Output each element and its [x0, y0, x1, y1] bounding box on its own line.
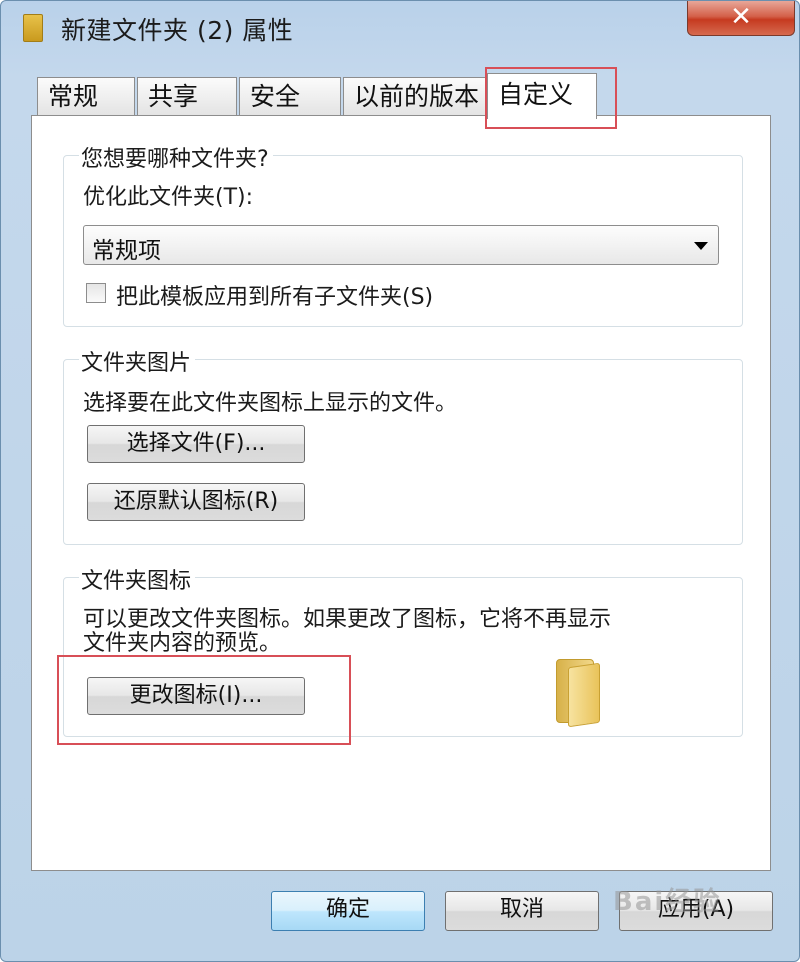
- folder-icon-front: [568, 662, 600, 728]
- close-button[interactable]: ✕: [687, 1, 795, 36]
- ok-button[interactable]: 确定: [271, 891, 425, 931]
- folder-type-selected-value: 常规项: [92, 238, 161, 264]
- title-bar[interactable]: 新建文件夹 (2) 属性 ✕: [1, 1, 799, 61]
- folder-icons-description-line2: 文件夹内容的预览。: [83, 631, 282, 656]
- tab-sharing[interactable]: 共享: [137, 77, 237, 115]
- cancel-button[interactable]: 取消: [445, 891, 599, 931]
- apply-subfolders-checkbox[interactable]: [86, 283, 106, 303]
- folder-icons-group-title: 文件夹图标: [79, 563, 196, 595]
- folder-type-group-title: 您想要哪种文件夹?: [79, 141, 273, 173]
- apply-subfolders-label[interactable]: 把此模板应用到所有子文件夹(S): [116, 279, 433, 311]
- properties-dialog: 新建文件夹 (2) 属性 ✕ 常规 共享 安全 以前的版本 自定义 您想要哪种文…: [0, 0, 800, 962]
- restore-default-icon-button[interactable]: 还原默认图标(R): [87, 483, 305, 521]
- folder-title-icon: [23, 14, 43, 42]
- folder-type-dropdown[interactable]: 常规项: [83, 225, 719, 265]
- folder-pictures-group-title: 文件夹图片: [79, 345, 196, 377]
- window-title: 新建文件夹 (2) 属性: [61, 16, 294, 45]
- tab-security[interactable]: 安全: [239, 77, 341, 115]
- chevron-down-icon: [694, 242, 708, 250]
- folder-icon: [556, 659, 600, 728]
- watermark: Bai经验: [613, 887, 722, 917]
- tab-previous-versions[interactable]: 以前的版本: [343, 77, 487, 115]
- tab-general[interactable]: 常规: [37, 77, 135, 115]
- optimize-label: 优化此文件夹(T):: [83, 185, 254, 210]
- highlight-box-change-icon: [57, 655, 351, 745]
- folder-pictures-description: 选择要在此文件夹图标上显示的文件。: [83, 391, 458, 416]
- tab-strip: 常规 共享 安全 以前的版本 自定义: [31, 73, 791, 119]
- tab-customize[interactable]: 自定义: [487, 73, 597, 119]
- choose-file-button[interactable]: 选择文件(F)...: [87, 425, 305, 463]
